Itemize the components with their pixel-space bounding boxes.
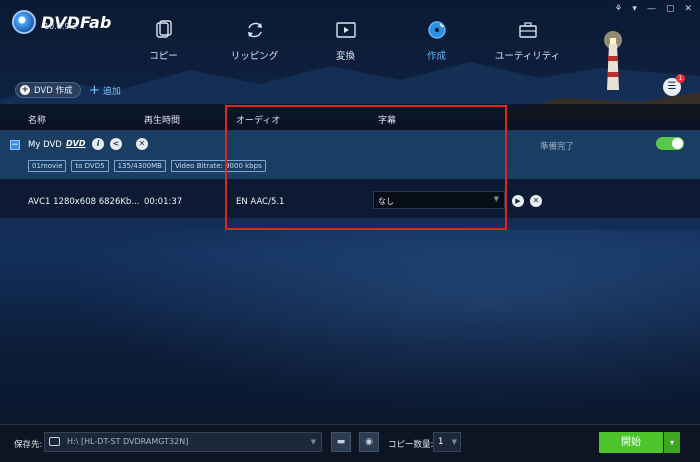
close-icon[interactable]: ✕: [684, 4, 692, 14]
background-scenery: [0, 0, 700, 462]
ripper-icon: [247, 22, 262, 38]
maximize-icon[interactable]: ▢: [666, 4, 675, 14]
tab-creator-label: 作成: [426, 51, 446, 62]
tab-copy[interactable]: コピー: [118, 20, 209, 62]
plus-icon: +: [20, 85, 30, 95]
highlight-box: [225, 105, 507, 230]
folder-icon[interactable]: ▬: [331, 432, 351, 452]
column-name: 名称: [28, 116, 47, 126]
save-path-value: H:\ [HL-DT-ST DVDRAMGT32N]: [67, 437, 189, 446]
app-version: 10.0.9.2: [44, 22, 78, 31]
tag-size: 135/4300MB: [113, 160, 166, 172]
tab-copy-label: コピー: [149, 51, 178, 62]
copies-value: 1: [438, 437, 444, 447]
status-text: 準備完了: [540, 142, 575, 152]
add-icon: +: [89, 82, 100, 98]
notification-badge: 1: [676, 74, 685, 83]
minimize-icon[interactable]: —: [647, 4, 656, 14]
start-button[interactable]: 開始: [599, 432, 663, 453]
chevron-down-icon: ▼: [310, 438, 316, 446]
remove-title-icon[interactable]: ✕: [530, 195, 542, 207]
main-nav: コピー リッピング 変換 作成 ユーティリティ: [118, 20, 573, 62]
save-to-label: 保存先:: [14, 440, 43, 450]
lighthouse-image: [604, 31, 622, 90]
chevron-down-icon: ▼: [451, 438, 457, 446]
title-name: AVC1 1280x608 6826Kb...: [28, 197, 140, 207]
save-to-select[interactable]: H:\ [HL-DT-ST DVDRAMGT32N] ▼: [44, 432, 322, 452]
disc-logo-icon: [12, 10, 36, 34]
source-enable-toggle[interactable]: [656, 137, 684, 150]
iso-save-icon[interactable]: ◉: [359, 432, 379, 452]
add-source-button[interactable]: + 追加: [89, 82, 121, 98]
dvd-create-mode-button[interactable]: + DVD 作成: [15, 82, 82, 98]
tab-ripper-label: リッピング: [230, 51, 279, 62]
toolbox-icon: [518, 22, 537, 38]
source-title: My DVD: [28, 140, 62, 150]
tab-ripper[interactable]: リッピング: [209, 20, 300, 62]
converter-icon: [335, 22, 356, 38]
skin-icon[interactable]: ⚘: [614, 4, 622, 14]
source-checkbox[interactable]: −: [10, 140, 20, 150]
dvd-create-label: DVD 作成: [34, 86, 73, 96]
copy-icon: [155, 20, 172, 38]
tag-title[interactable]: 01movie: [28, 160, 67, 172]
add-label: 追加: [102, 87, 121, 97]
tab-creator[interactable]: 作成: [391, 20, 482, 62]
tag-output[interactable]: to DVD5: [71, 160, 109, 172]
tab-converter[interactable]: 変換: [300, 20, 391, 62]
window-controls: ⚘ ▾ — ▢ ✕: [614, 4, 692, 14]
copies-select[interactable]: 1 ▼: [433, 432, 461, 452]
remove-source-icon[interactable]: ✕: [136, 138, 148, 150]
tab-converter-label: 変換: [335, 51, 355, 62]
info-icon[interactable]: i: [92, 138, 104, 150]
title-runtime: 00:01:37: [144, 197, 183, 207]
tab-utilities[interactable]: ユーティリティ: [482, 20, 573, 62]
share-icon[interactable]: <: [110, 138, 122, 150]
dvd-format-icon: DVD: [66, 139, 86, 148]
copies-label: コピー数量:: [388, 440, 434, 450]
play-icon[interactable]: ▶: [512, 195, 524, 207]
column-runtime: 再生時間: [144, 116, 181, 126]
start-options-button[interactable]: ▾: [664, 432, 680, 453]
tab-utilities-label: ユーティリティ: [494, 51, 561, 62]
disc-drive-icon: [49, 437, 60, 446]
creator-icon: [427, 21, 446, 39]
dropdown-menu-icon[interactable]: ▾: [632, 4, 637, 14]
